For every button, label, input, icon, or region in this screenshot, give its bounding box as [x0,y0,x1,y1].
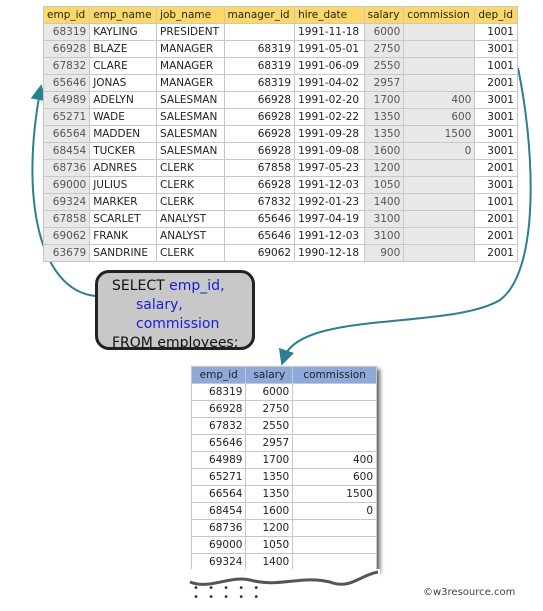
torn-edge [188,569,380,590]
copyright: ©w3resource.com [423,587,516,598]
more-rows-ellipsis: • • • • • • • • • • [193,583,263,603]
